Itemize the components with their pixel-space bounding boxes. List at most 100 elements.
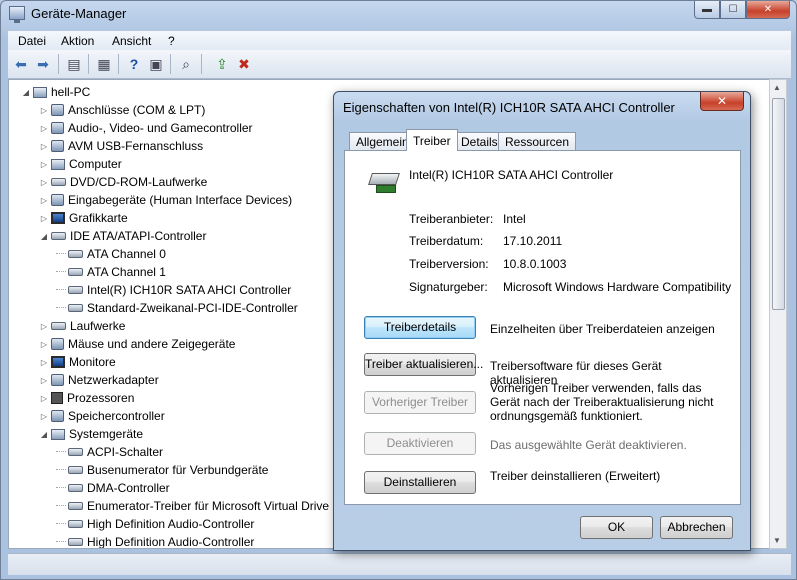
tree-category[interactable]: ▷ Anschlüsse (COM & LPT) <box>39 101 205 119</box>
collapse-arrow-icon[interactable]: ◢ <box>21 88 31 97</box>
forward-arrow-icon[interactable]: ➡ <box>35 56 51 72</box>
tree-device[interactable]: Intel(R) ICH10R SATA AHCI Controller <box>56 281 291 299</box>
tree-device[interactable]: Enumerator-Treiber für Microsoft Virtual… <box>56 497 329 515</box>
uninstall-icon[interactable]: ✖ <box>236 56 252 72</box>
tab-treiber[interactable]: Treiber <box>406 129 458 151</box>
update-driver-icon[interactable]: ⇪ <box>214 56 230 72</box>
tree-category[interactable]: ▷ Audio-, Video- und Gamecontroller <box>39 119 253 137</box>
maximize-button[interactable]: ☐ <box>720 1 746 19</box>
expand-arrow-icon[interactable]: ▷ <box>39 196 49 205</box>
view-icon[interactable]: ▣ <box>148 56 164 72</box>
tree-connector <box>56 461 66 470</box>
tree-connector <box>56 497 66 506</box>
controller-icon <box>68 520 83 528</box>
rollback-driver-button[interactable]: Vorheriger Treiber <box>364 391 476 414</box>
update-driver-button[interactable]: Treiber aktualisieren... <box>364 353 483 376</box>
rollback-driver-description: Vorherigen Treiber verwenden, falls das … <box>490 381 714 423</box>
scan-hardware-icon[interactable]: ⌕ <box>178 56 194 72</box>
show-hide-tree-icon[interactable]: ▤ <box>66 56 82 72</box>
expand-arrow-icon[interactable]: ▷ <box>39 394 49 403</box>
tree-item-label: Speichercontroller <box>68 409 165 423</box>
tree-category[interactable]: ▷ Grafikkarte <box>39 209 128 227</box>
uninstall-button[interactable]: Deinstallieren <box>364 471 476 494</box>
tree-category[interactable]: ▷ Computer <box>39 155 122 173</box>
tree-item-label: Computer <box>69 157 122 171</box>
tree-device[interactable]: Busenumerator für Verbundgeräte <box>56 461 268 479</box>
ok-button[interactable]: OK <box>580 516 653 539</box>
tab-ressourcen[interactable]: Ressourcen <box>498 132 577 151</box>
properties-icon[interactable]: ▦ <box>96 56 112 72</box>
device-icon <box>51 194 64 206</box>
tree-category[interactable]: ◢ IDE ATA/ATAPI-Controller <box>39 227 207 245</box>
tree-category[interactable]: ▷ Speichercontroller <box>39 407 165 425</box>
vertical-scrollbar[interactable]: ▲ ▼ <box>769 79 787 549</box>
controller-icon <box>68 448 83 456</box>
expand-arrow-icon[interactable]: ▷ <box>39 322 49 331</box>
tree-category[interactable]: ▷ Prozessoren <box>39 389 134 407</box>
device-icon <box>51 140 64 152</box>
collapse-arrow-icon[interactable]: ◢ <box>39 430 49 439</box>
collapse-arrow-icon[interactable]: ◢ <box>39 232 49 241</box>
tree-device[interactable]: High Definition Audio-Controller <box>56 515 254 533</box>
help-icon[interactable]: ? <box>126 56 142 72</box>
tree-category[interactable]: ▷ Eingabegeräte (Human Interface Devices) <box>39 191 292 209</box>
computer-icon <box>51 428 65 440</box>
minimize-button[interactable]: ▬ <box>694 1 720 19</box>
scrollbar-thumb[interactable] <box>772 98 785 310</box>
cancel-button[interactable]: Abbrechen <box>660 516 733 539</box>
expand-arrow-icon[interactable]: ▷ <box>39 178 49 187</box>
tree-category[interactable]: ◢ Systemgeräte <box>39 425 143 443</box>
toolbar-separator <box>58 54 59 74</box>
controller-icon <box>68 538 83 546</box>
expand-arrow-icon[interactable]: ▷ <box>39 160 49 169</box>
expand-arrow-icon[interactable]: ▷ <box>39 124 49 133</box>
tree-connector <box>56 515 66 524</box>
controller-icon <box>51 178 66 186</box>
tree-item-label: Audio-, Video- und Gamecontroller <box>68 121 253 135</box>
field-label: Signaturgeber: <box>409 280 488 294</box>
title-bar[interactable]: Geräte-Manager ▬ ☐ ✕ <box>1 1 796 27</box>
expand-arrow-icon[interactable]: ▷ <box>39 340 49 349</box>
expand-arrow-icon[interactable]: ▷ <box>39 214 49 223</box>
device-name: Intel(R) ICH10R SATA AHCI Controller <box>409 168 614 182</box>
menu-datei[interactable]: Datei <box>18 34 46 48</box>
tree-device[interactable]: Standard-Zweikanal-PCI-IDE-Controller <box>56 299 298 317</box>
field-value: 10.8.0.1003 <box>503 257 567 271</box>
tree-category[interactable]: ▷ Laufwerke <box>39 317 125 335</box>
expand-arrow-icon[interactable]: ▷ <box>39 376 49 385</box>
tree-category[interactable]: ▷ Mäuse und andere Zeigegeräte <box>39 335 236 353</box>
tree-item-label: High Definition Audio-Controller <box>87 517 255 531</box>
tree-category[interactable]: ▷ Monitore <box>39 353 116 371</box>
processor-icon <box>51 392 63 404</box>
tree-category[interactable]: ▷ AVM USB-Fernanschluss <box>39 137 203 155</box>
menu-aktion[interactable]: Aktion <box>61 34 94 48</box>
tree-category[interactable]: ▷ Netzwerkadapter <box>39 371 159 389</box>
tree-item-label: Grafikkarte <box>69 211 128 225</box>
disable-device-button[interactable]: Deaktivieren <box>364 432 476 455</box>
tree-root[interactable]: ◢ hell-PC <box>21 83 90 101</box>
driver-details-button[interactable]: Treiberdetails <box>364 316 476 339</box>
tree-device[interactable]: ACPI-Schalter <box>56 443 163 461</box>
menu-help[interactable]: ? <box>168 34 175 48</box>
scroll-down-icon[interactable]: ▼ <box>773 536 781 545</box>
back-arrow-icon[interactable]: ⬅ <box>13 56 29 72</box>
tree-device[interactable]: ATA Channel 0 <box>56 245 166 263</box>
device-manager-icon <box>9 6 25 23</box>
menu-ansicht[interactable]: Ansicht <box>112 34 151 48</box>
computer-icon <box>51 158 65 170</box>
dialog-close-button[interactable]: ✕ <box>700 92 744 111</box>
tree-connector <box>56 299 66 308</box>
tree-device[interactable]: DMA-Controller <box>56 479 170 497</box>
tree-device[interactable]: High Definition Audio-Controller <box>56 533 254 548</box>
expand-arrow-icon[interactable]: ▷ <box>39 412 49 421</box>
expand-arrow-icon[interactable]: ▷ <box>39 358 49 367</box>
tree-category[interactable]: ▷ DVD/CD-ROM-Laufwerke <box>39 173 207 191</box>
sata-controller-icon <box>368 169 402 195</box>
tree-device[interactable]: ATA Channel 1 <box>56 263 166 281</box>
device-icon <box>51 104 64 116</box>
expand-arrow-icon[interactable]: ▷ <box>39 106 49 115</box>
dialog-title: Eigenschaften von Intel(R) ICH10R SATA A… <box>343 100 675 115</box>
scroll-up-icon[interactable]: ▲ <box>773 83 781 92</box>
close-button[interactable]: ✕ <box>746 1 790 19</box>
expand-arrow-icon[interactable]: ▷ <box>39 142 49 151</box>
